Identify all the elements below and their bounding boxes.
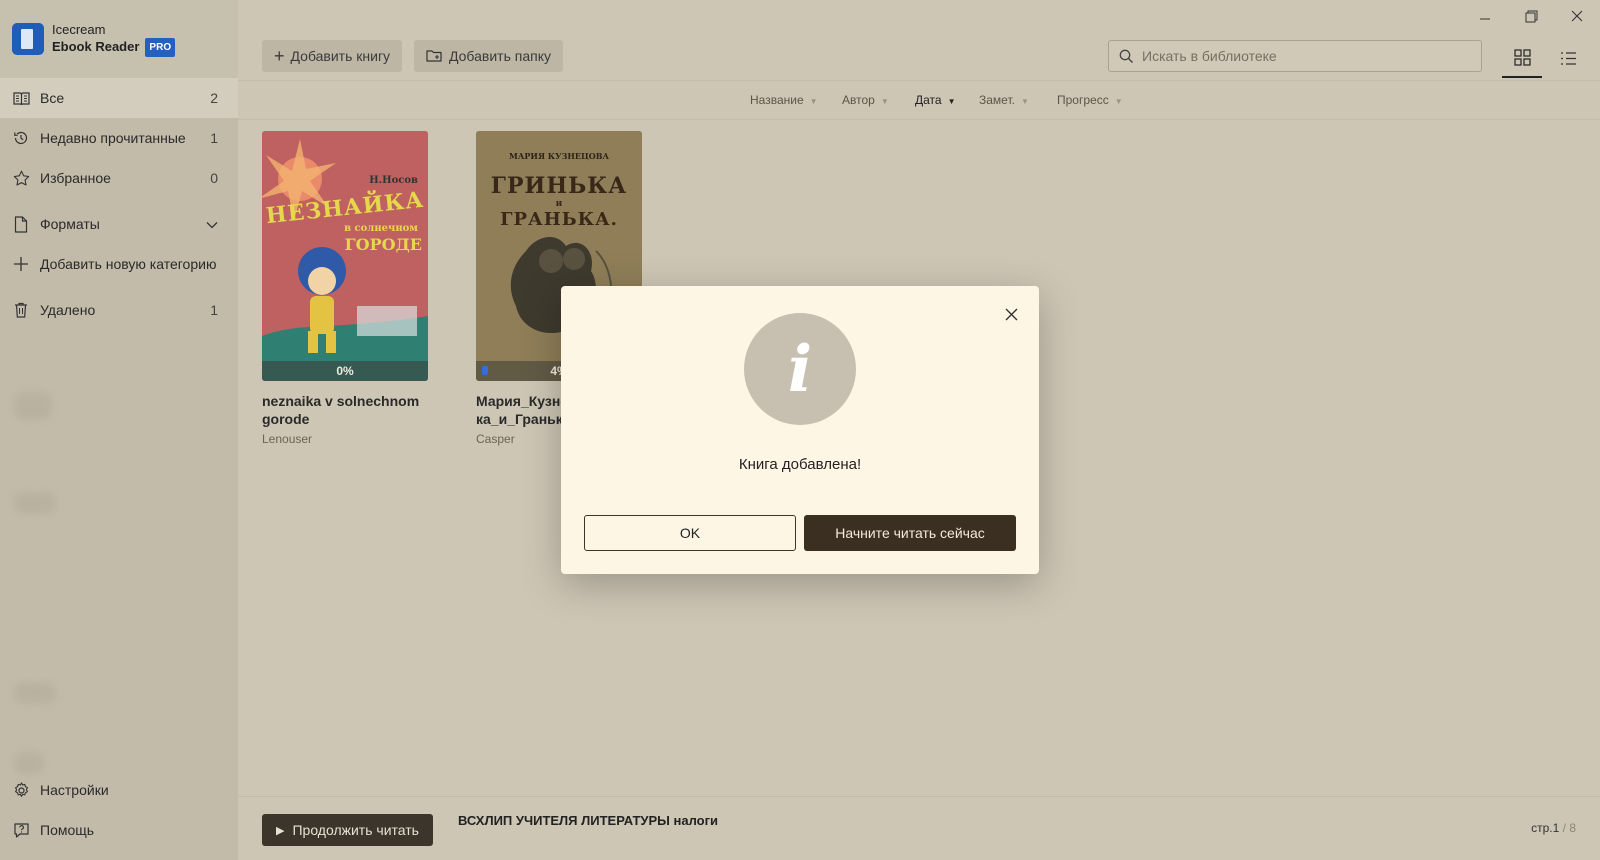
sidebar-item-count: 2 <box>210 90 218 106</box>
bottom-bar: ▶ Продолжить читать ВСХЛИП УЧИТЕЛЯ ЛИТЕР… <box>238 796 1600 860</box>
sort-author[interactable]: Автор ▼ <box>842 93 889 107</box>
dialog-message: Книга добавлена! <box>738 456 862 473</box>
search-input[interactable] <box>1142 48 1462 64</box>
sidebar-item-label: Добавить новую категорию <box>40 256 217 272</box>
help-icon <box>12 821 30 839</box>
sort-title[interactable]: Название ▼ <box>750 93 818 107</box>
window-controls <box>1462 0 1600 32</box>
add-folder-button[interactable]: Добавить папку <box>414 40 563 72</box>
info-icon: i <box>744 313 856 425</box>
cover-illustration <box>262 131 428 381</box>
book-open-icon <box>12 89 30 107</box>
continue-reading-button[interactable]: ▶ Продолжить читать <box>262 814 433 846</box>
grid-view-icon[interactable] <box>1502 38 1542 78</box>
cover-author: Н.Носов <box>369 175 418 186</box>
cover-title-2: ГРАНЬКА. <box>500 209 618 230</box>
star-icon <box>12 169 30 187</box>
book-title[interactable]: Мария_Кузне ка_и_Гранька <box>476 392 564 428</box>
current-book-title: ВСХЛИП УЧИТЕЛЯ ЛИТЕРАТУРЫ налоги <box>458 813 719 828</box>
app-name-line2: Ebook Reader <box>52 39 140 54</box>
start-reading-button[interactable]: Начните читать сейчас <box>804 515 1016 551</box>
sort-label: Дата <box>915 93 942 107</box>
cover-title: ГРИНЬКА <box>490 173 628 199</box>
history-icon <box>12 129 30 147</box>
cover-author: МАРИЯ КУЗНЕЦОВА <box>509 151 609 161</box>
app-brand: Icecream Ebook Reader PRO <box>0 0 238 78</box>
cover-subtitle-2: ГОРОДЕ <box>344 235 422 254</box>
close-window-icon[interactable] <box>1554 0 1600 32</box>
book-card[interactable]: Н.Носов НЕЗНАЙКА в солнечном ГОРОДЕ 0% n… <box>262 131 428 446</box>
sort-arrow-icon: ▼ <box>947 97 956 106</box>
file-icon <box>12 215 30 233</box>
ok-button[interactable]: OK <box>584 515 796 551</box>
add-book-button[interactable]: + Добавить книгу <box>262 40 403 72</box>
sidebar-item-help[interactable]: Помощь <box>0 810 238 850</box>
progress-fill <box>482 366 488 375</box>
list-view-icon[interactable] <box>1548 38 1588 78</box>
sidebar-item-label: Настройки <box>40 782 109 798</box>
continue-label: Продолжить читать <box>292 822 419 838</box>
sort-bar: Название ▼ Автор ▼ Дата ▼ Замет. ▼ Прогресс ▼ <box>238 80 1600 120</box>
sort-label: Прогресс <box>1057 93 1109 107</box>
blurred-region <box>14 492 56 514</box>
sidebar-item-formats[interactable]: Форматы <box>0 204 238 244</box>
sidebar-item-label: Все <box>40 90 65 106</box>
toolbar: + Добавить книгу Добавить папку <box>238 38 1600 78</box>
book-added-dialog: i Книга добавлена! OK Начните читать сей… <box>561 286 1039 574</box>
sort-arrow-icon: ▼ <box>809 97 818 106</box>
sidebar-item-settings[interactable]: Настройки <box>0 770 238 810</box>
page-total: / 8 <box>1562 821 1576 835</box>
sort-date[interactable]: Дата ▼ <box>915 93 956 107</box>
app-name-line1: Icecream <box>52 22 106 37</box>
gear-icon <box>12 781 30 799</box>
play-icon: ▶ <box>276 824 285 837</box>
chevron-down-icon[interactable] <box>206 216 218 232</box>
sidebar-item-all[interactable]: Все 2 <box>0 78 238 118</box>
sort-notes[interactable]: Замет. ▼ <box>979 93 1029 107</box>
sort-arrow-icon: ▼ <box>880 97 889 106</box>
book-author: Lenouser <box>262 432 313 446</box>
book-progress: 0% <box>262 361 428 381</box>
add-book-label: Добавить книгу <box>290 48 391 64</box>
book-title[interactable]: neznaika v solnechnom gorode <box>262 392 428 428</box>
sidebar-item-count: 1 <box>210 302 218 318</box>
blurred-region <box>14 682 56 704</box>
sidebar-item-recent[interactable]: Недавно прочитанные 1 <box>0 118 238 158</box>
folder-add-icon <box>426 49 443 63</box>
sort-arrow-icon: ▼ <box>1114 97 1123 106</box>
plus-icon <box>12 255 30 273</box>
sidebar-item-label: Удалено <box>40 302 96 318</box>
sidebar-item-label: Форматы <box>40 216 100 232</box>
cover-and: и <box>555 199 563 209</box>
cover-subtitle: в солнечном <box>344 223 418 234</box>
search-box[interactable] <box>1108 40 1482 72</box>
plus-icon: + <box>274 46 285 66</box>
sort-progress[interactable]: Прогресс ▼ <box>1057 93 1123 107</box>
pro-badge: PRO <box>145 38 176 57</box>
add-folder-label: Добавить папку <box>449 48 551 64</box>
search-icon <box>1119 49 1134 64</box>
sidebar-item-count: 0 <box>210 170 218 186</box>
book-cover[interactable]: Н.Носов НЕЗНАЙКА в солнечном ГОРОДЕ 0% <box>262 131 428 381</box>
sort-label: Название <box>750 93 804 107</box>
sidebar-item-label: Избранное <box>40 170 111 186</box>
trash-icon <box>12 301 30 319</box>
sidebar-item-deleted[interactable]: Удалено 1 <box>0 290 238 330</box>
close-icon[interactable] <box>1001 304 1021 324</box>
page-indicator: стр.1 / 8 <box>1531 821 1576 835</box>
sidebar-item-favorites[interactable]: Избранное 0 <box>0 158 238 198</box>
sidebar-item-add-category[interactable]: Добавить новую категорию <box>0 244 238 284</box>
sidebar-item-label: Недавно прочитанные <box>40 130 186 146</box>
blurred-region <box>14 392 52 420</box>
sort-label: Замет. <box>979 93 1015 107</box>
sidebar: Icecream Ebook Reader PRO Все 2 Недавно п… <box>0 0 238 860</box>
restore-icon[interactable] <box>1508 0 1554 32</box>
page-current: стр.1 <box>1531 821 1560 835</box>
app-logo <box>12 23 44 55</box>
sidebar-item-count: 1 <box>210 130 218 146</box>
sort-arrow-icon: ▼ <box>1020 97 1029 106</box>
sidebar-item-label: Помощь <box>40 822 95 838</box>
minimize-icon[interactable] <box>1462 0 1508 32</box>
sort-label: Автор <box>842 93 875 107</box>
